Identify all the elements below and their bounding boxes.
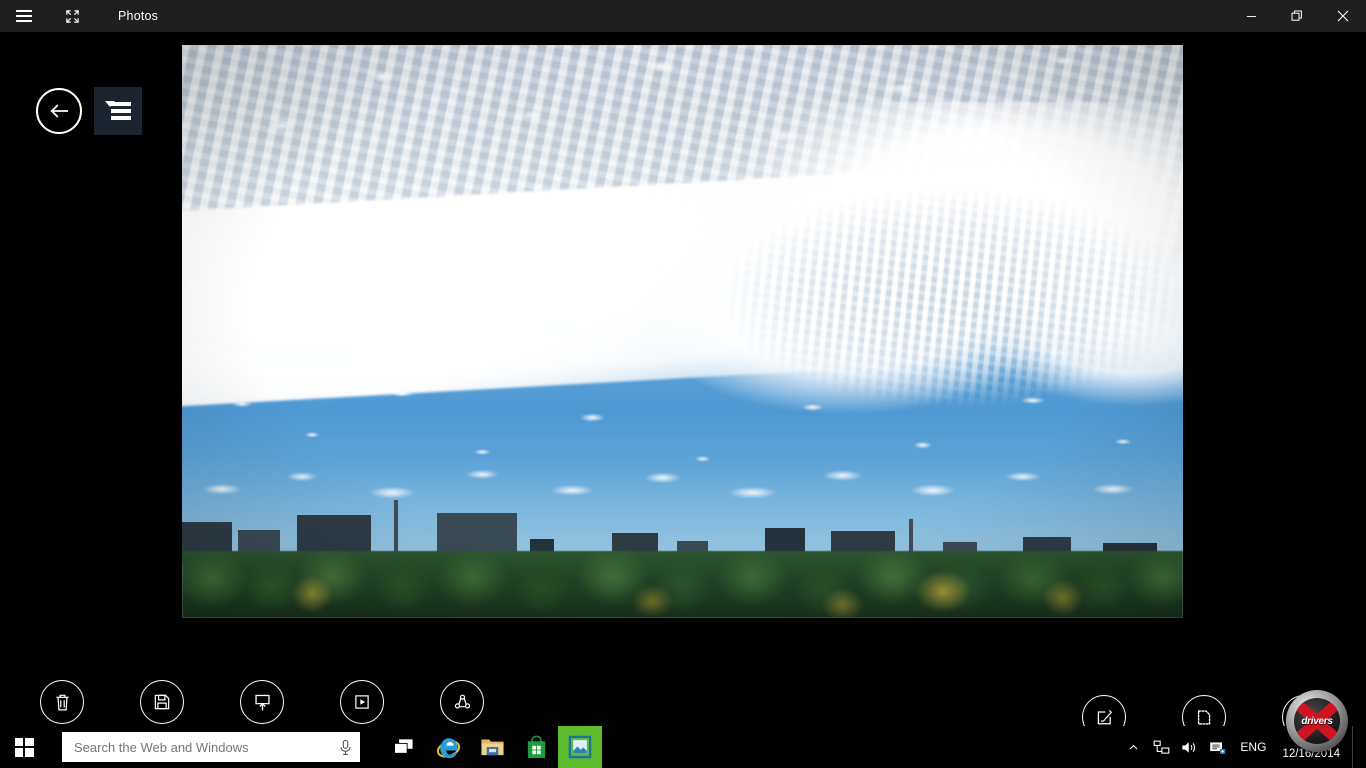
minimize-icon (1246, 15, 1256, 17)
taskbar-app-photos[interactable] (558, 726, 602, 768)
maximize-restore-button[interactable] (1274, 0, 1320, 32)
photos-app-window: Photos Search the Web and Windows ENG AM… (0, 0, 1366, 768)
taskbar: ENG AM 12/16/2014 (0, 726, 1366, 768)
store-icon (527, 735, 545, 759)
windows-logo-icon (14, 737, 34, 757)
sort-button[interactable] (94, 87, 142, 135)
clock-time: AM (1302, 734, 1320, 746)
internet-explorer-icon (436, 737, 460, 758)
action-center-icon (1210, 741, 1226, 754)
taskbar-search-box[interactable] (62, 732, 360, 762)
photo-image (182, 45, 1183, 618)
arrow-left-icon (50, 104, 68, 118)
tray-network-button[interactable] (1148, 726, 1174, 768)
title-bar: Photos (0, 0, 1366, 32)
play-in-frame-icon (340, 680, 384, 724)
speaker-icon (1182, 741, 1195, 753)
trash-icon (40, 680, 84, 724)
system-tray: ENG AM 12/16/2014 (1120, 726, 1366, 768)
minimize-button[interactable] (1228, 0, 1274, 32)
show-desktop-button[interactable] (1352, 726, 1360, 768)
sort-list-icon (105, 100, 131, 122)
window-title: Photos (118, 9, 159, 23)
tray-language-indicator[interactable]: ENG (1232, 726, 1274, 768)
photo-autumn-foliage-layer (182, 557, 1183, 618)
restore-icon (1291, 10, 1302, 21)
search-input[interactable] (74, 739, 339, 755)
lock-screen-icon (240, 680, 284, 724)
fullscreen-button[interactable] (48, 0, 96, 32)
photo-city-layer (182, 498, 1183, 618)
taskbar-app-file-explorer[interactable] (470, 726, 514, 768)
taskbar-app-store[interactable] (514, 726, 558, 768)
chevron-up-icon (1129, 744, 1138, 749)
clock-date: 12/16/2014 (1282, 748, 1340, 760)
expand-icon (65, 9, 79, 23)
tray-action-center-button[interactable] (1204, 726, 1230, 768)
photos-app-icon (568, 735, 592, 759)
start-button[interactable] (0, 726, 48, 768)
tray-overflow-button[interactable] (1120, 726, 1146, 768)
microphone-icon[interactable] (339, 739, 352, 756)
viewer-nav-cluster (36, 87, 142, 135)
app-menu-button[interactable] (0, 0, 48, 32)
floppy-disk-icon (140, 680, 184, 724)
close-button[interactable] (1320, 0, 1366, 32)
tray-clock[interactable]: AM 12/16/2014 (1276, 726, 1350, 768)
taskbar-app-icons (382, 726, 602, 768)
close-icon (1337, 10, 1349, 22)
network-icon (1153, 740, 1170, 754)
share-icon (440, 680, 484, 724)
back-button[interactable] (36, 88, 82, 134)
file-explorer-icon (480, 739, 504, 756)
tray-volume-button[interactable] (1176, 726, 1202, 768)
photo-canvas[interactable] (182, 45, 1183, 618)
taskbar-app-task-view[interactable] (382, 726, 426, 768)
taskbar-app-internet-explorer[interactable] (426, 726, 470, 768)
viewer-stage (0, 32, 1366, 725)
hamburger-icon (16, 10, 32, 22)
task-view-icon (394, 739, 413, 754)
